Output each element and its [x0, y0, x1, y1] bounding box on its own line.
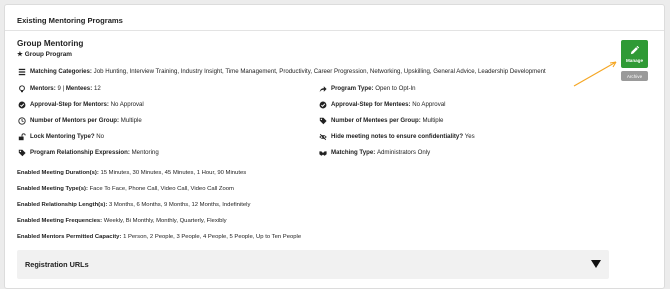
relationship-lengths-row: Enabled Relationship Length(s): 3 Months…: [17, 202, 250, 208]
share-arrow-icon: [318, 84, 327, 93]
handshake-icon: [318, 148, 327, 157]
mentors-per-group-label: Number of Mentors per Group:: [30, 117, 120, 124]
program-subtitle-text: Group Program: [24, 50, 72, 58]
hide-notes-value: Yes: [464, 133, 475, 140]
mentees-value: 12: [93, 85, 101, 92]
lightbulb-icon: [17, 84, 26, 93]
approval-mentors-label: Approval-Step for Mentors:: [30, 101, 109, 108]
mentees-label: Mentees:: [65, 85, 93, 92]
manage-button-label: Manage: [625, 57, 644, 63]
eye-slash-icon: [318, 132, 327, 141]
meeting-frequencies-label: Enabled Meeting Frequencies:: [17, 218, 103, 224]
mentor-capacity-value: 1 Person, 2 People, 3 People, 4 People, …: [123, 234, 302, 240]
meeting-durations-value: 15 Minutes, 30 Minutes, 45 Minutes, 1 Ho…: [100, 170, 247, 176]
clock-icon: [17, 116, 26, 125]
caret-down-icon[interactable]: [591, 260, 601, 268]
program-type-label: Program Type:: [331, 85, 374, 92]
lock-type-value: No: [96, 133, 105, 140]
mentors-value: 9: [57, 85, 61, 92]
hide-notes-row: Hide meeting notes to ensure confidentia…: [318, 132, 475, 141]
relationship-expression-value: Mentoring: [131, 149, 159, 156]
approval-mentors-value: No Approval: [110, 101, 144, 108]
lock-type-row: Lock Mentoring Type? No: [17, 132, 104, 141]
lock-type-label: Lock Mentoring Type?: [30, 133, 95, 140]
pencil-icon: [630, 45, 639, 54]
meeting-frequencies-row: Enabled Meeting Frequencies: Weekly, Bi …: [17, 218, 227, 224]
tag-icon: [17, 148, 26, 157]
relationship-lengths-value: 3 Months, 6 Months, 9 Months, 12 Months,…: [108, 202, 251, 208]
mentors-per-group-value: Multiple: [120, 117, 142, 124]
relationship-expression-label: Program Relationship Expression:: [30, 149, 130, 156]
tag-icon: [318, 116, 327, 125]
program-subtitle: ★ Group Program: [17, 50, 72, 59]
matching-type-row: Matching Type: Administrators Only: [318, 148, 430, 157]
approval-mentees-value: No Approval: [412, 101, 446, 108]
relationship-lengths-label: Enabled Relationship Length(s):: [17, 202, 108, 208]
mentors-label: Mentors:: [30, 85, 56, 92]
approval-mentees-row: Approval-Step for Mentees: No Approval: [318, 100, 445, 109]
approval-mentors-row: Approval-Step for Mentors: No Approval: [17, 100, 144, 109]
mentees-per-group-row: Number of Mentees per Group: Multiple: [318, 116, 443, 125]
matching-categories-label: Matching Categories:: [30, 68, 92, 75]
program-type-row: Program Type: Open to Opt-In: [318, 84, 416, 93]
matching-type-value: Administrators Only: [376, 149, 431, 156]
card-header-title: Existing Mentoring Programs: [5, 5, 664, 31]
approval-mentees-label: Approval-Step for Mentees:: [331, 101, 411, 108]
registration-urls-accordion[interactable]: Registration URLs: [17, 250, 609, 279]
registration-urls-title: Registration URLs: [25, 260, 89, 269]
programs-card: Existing Mentoring Programs: [4, 4, 665, 289]
meeting-types-row: Enabled Meeting Type(s): Face To Face, P…: [17, 186, 234, 192]
mentor-capacity-row: Enabled Mentors Permitted Capacity: 1 Pe…: [17, 234, 301, 240]
annotation-arrow: [573, 61, 617, 87]
check-circle-icon: [318, 100, 327, 109]
manage-button[interactable]: Manage: [621, 40, 648, 68]
hide-notes-label: Hide meeting notes to ensure confidentia…: [331, 133, 464, 140]
meeting-types-value: Face To Face, Phone Call, Video Call, Vi…: [89, 186, 234, 192]
mentors-per-group-row: Number of Mentors per Group: Multiple: [17, 116, 142, 125]
meeting-durations-row: Enabled Meeting Duration(s): 15 Minutes,…: [17, 170, 246, 176]
unlock-icon: [17, 132, 26, 141]
list-icon: [17, 67, 26, 76]
meeting-frequencies-value: Weekly, Bi Monthly, Monthly, Quarterly, …: [103, 218, 227, 224]
check-circle-icon: [17, 100, 26, 109]
mentees-per-group-value: Multiple: [422, 117, 444, 124]
mentors-row: Mentors: 9 | Mentees: 12: [17, 84, 101, 93]
mentor-capacity-label: Enabled Mentors Permitted Capacity:: [17, 234, 122, 240]
matching-categories-value: Job Hunting, Interview Training, Industr…: [93, 68, 546, 75]
matching-type-label: Matching Type:: [331, 149, 376, 156]
relationship-expression-row: Program Relationship Expression: Mentori…: [17, 148, 159, 157]
program-title: Group Mentoring: [17, 39, 84, 48]
mentees-per-group-label: Number of Mentees per Group:: [331, 117, 421, 124]
matching-categories-row: Matching Categories: Job Hunting, Interv…: [17, 67, 546, 76]
meeting-durations-label: Enabled Meeting Duration(s):: [17, 170, 99, 176]
program-type-value: Open to Opt-In: [375, 85, 416, 92]
meeting-types-label: Enabled Meeting Type(s):: [17, 186, 88, 192]
archive-button[interactable]: Archive: [621, 71, 648, 81]
star-icon: ★: [17, 51, 23, 58]
